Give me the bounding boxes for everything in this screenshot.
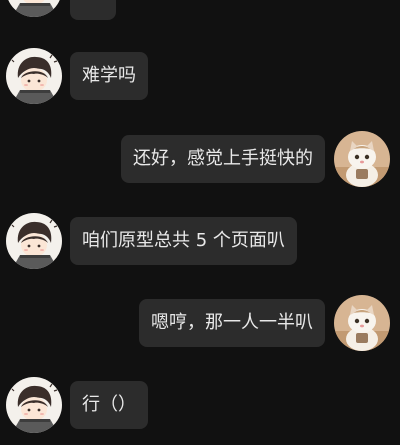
message-bubble-4[interactable]: 嗯哼，那一人一半叭 — [139, 299, 325, 347]
chat-screen: { "chat": { "messages": [ { "side": "lef… — [0, 0, 400, 445]
boy-avatar-icon — [6, 0, 62, 17]
avatar[interactable] — [6, 48, 62, 104]
avatar[interactable] — [6, 213, 62, 269]
avatar[interactable] — [6, 377, 62, 433]
message-bubble-2[interactable]: 还好，感觉上手挺快的 — [121, 135, 325, 183]
boy-avatar-icon — [6, 48, 62, 104]
boy-avatar-icon — [6, 377, 62, 433]
message-bubble-5[interactable]: 行（） — [70, 381, 148, 429]
avatar[interactable] — [334, 131, 390, 187]
cat-avatar-icon — [334, 295, 390, 351]
message-bubble-0[interactable] — [70, 0, 116, 20]
avatar[interactable] — [334, 295, 390, 351]
message-bubble-1[interactable]: 难学吗 — [70, 52, 148, 100]
cat-avatar-icon — [334, 131, 390, 187]
boy-avatar-icon — [6, 213, 62, 269]
avatar[interactable] — [6, 0, 62, 17]
message-bubble-3[interactable]: 咱们原型总共 5 个页面叭 — [70, 217, 297, 265]
